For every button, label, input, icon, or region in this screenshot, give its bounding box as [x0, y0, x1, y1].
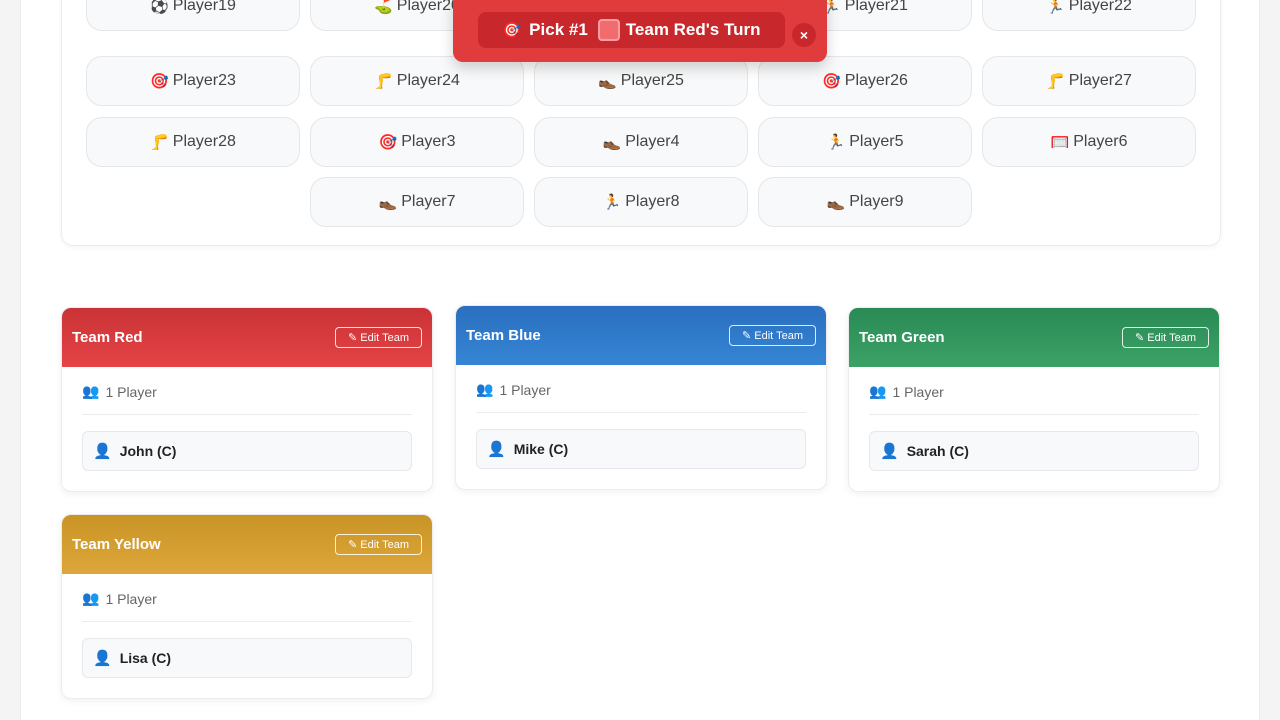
person-icon: 👤 [487, 441, 506, 458]
team-header: Team Green ✎ Edit Team [849, 308, 1219, 367]
target-icon: 🎯 [378, 134, 398, 151]
player-count-label: 1 Player [105, 590, 157, 607]
player-chip[interactable]: 🎯 Player26 [758, 56, 972, 106]
player-name: Player5 [849, 133, 904, 150]
boot-icon: 👞 [598, 73, 617, 90]
edit-team-button[interactable]: ✎ Edit Team [335, 327, 422, 348]
leg-icon: 🦵 [1046, 73, 1065, 90]
people-icon: 👥 [82, 383, 100, 399]
team-header: Team Red ✎ Edit Team [62, 308, 432, 367]
player-chip[interactable]: 🥅 Player6 [982, 117, 1196, 167]
player-name: Player3 [401, 133, 456, 150]
player-count: 👥 1 Player [82, 383, 412, 415]
player-chip[interactable]: 👞 Player7 [310, 177, 524, 227]
player-name: Player28 [172, 133, 236, 150]
people-icon: 👥 [82, 590, 100, 606]
person-icon: 👤 [880, 443, 899, 460]
team-member[interactable]: 👤 Sarah (C) [869, 431, 1199, 471]
leg-icon: 🦵 [374, 73, 393, 90]
golf-flag-icon: ⛳ [374, 0, 393, 15]
boot-icon: 👞 [826, 194, 846, 211]
player-name: Player21 [844, 0, 908, 14]
draft-turn-toast: 🎯 Pick #1 Team Red's Turn × [453, 0, 827, 62]
team-name: Team Green [859, 329, 945, 346]
team-header: Team Yellow ✎ Edit Team [62, 515, 432, 574]
edit-team-button[interactable]: ✎ Edit Team [729, 325, 816, 346]
player-count: 👥 1 Player [82, 590, 412, 622]
team-header: Team Blue ✎ Edit Team [456, 306, 826, 365]
team-name: Team Yellow [72, 536, 161, 553]
runner-icon: 🏃 [1046, 0, 1065, 15]
target-icon: 🎯 [822, 73, 841, 90]
team-card-blue: Team Blue ✎ Edit Team 👥 1 Player 👤 Mike (C… [455, 305, 827, 490]
leg-icon: 🦵 [150, 134, 169, 151]
player-chip[interactable]: 👞 Player4 [534, 117, 748, 167]
boot-icon: 👞 [378, 194, 398, 211]
player-count: 👥 1 Player [476, 381, 806, 413]
player-name: Player22 [1068, 0, 1132, 14]
player-chip[interactable]: 👞 Player9 [758, 177, 972, 227]
people-icon: 👥 [869, 383, 887, 399]
team-card-red: Team Red ✎ Edit Team 👥 1 Player 👤 John (C) [61, 307, 433, 492]
people-icon: 👥 [476, 381, 494, 397]
player-chip[interactable]: 🦵 Player24 [310, 56, 524, 106]
player-count-label: 1 Player [105, 383, 157, 400]
player-chip[interactable]: 🏃 Player5 [758, 117, 972, 167]
edit-team-button[interactable]: ✎ Edit Team [1122, 327, 1209, 348]
pick-number: Pick #1 [529, 20, 588, 39]
team-card-yellow: Team Yellow ✎ Edit Team 👥 1 Player 👤 Lisa … [61, 514, 433, 699]
turn-indicator: 🎯 Pick #1 Team Red's Turn [478, 12, 785, 48]
player-chip[interactable]: 🏃 Player22 [982, 0, 1196, 31]
target-icon: 🎯 [502, 22, 522, 39]
person-icon: 👤 [93, 650, 112, 667]
player-chip[interactable]: 🦵 Player28 [86, 117, 300, 167]
player-chip[interactable]: 👞 Player25 [534, 56, 748, 106]
team-member[interactable]: 👤 Lisa (C) [82, 638, 412, 678]
player-chip[interactable]: 🦵 Player27 [982, 56, 1196, 106]
edit-team-button[interactable]: ✎ Edit Team [335, 534, 422, 555]
soccer-ball-icon: ⚽ [150, 0, 169, 15]
player-name: Player6 [1073, 133, 1128, 150]
player-count: 👥 1 Player [869, 383, 1199, 415]
player-name: Player25 [620, 72, 684, 89]
team-member[interactable]: 👤 Mike (C) [476, 429, 806, 469]
player-name: Player8 [625, 193, 680, 210]
turn-label: Team Red's Turn [625, 20, 761, 39]
player-name: Player24 [396, 72, 460, 89]
player-name: Player27 [1068, 72, 1132, 89]
runner-icon: 🏃 [826, 134, 846, 151]
team-member[interactable]: 👤 John (C) [82, 431, 412, 471]
player-name: Player26 [844, 72, 908, 89]
player-chip[interactable]: ⚽ Player19 [86, 0, 300, 31]
player-name: Player4 [625, 133, 680, 150]
person-icon: 👤 [93, 443, 112, 460]
team-name: Team Blue [466, 327, 541, 344]
player-name: Player19 [172, 0, 236, 14]
member-name: John (C) [119, 443, 177, 459]
player-chip[interactable]: 🎯 Player23 [86, 56, 300, 106]
player-count-label: 1 Player [892, 383, 944, 400]
team-color-swatch [597, 19, 620, 41]
member-name: Sarah (C) [906, 443, 969, 459]
player-name: Player9 [849, 193, 904, 210]
runner-icon: 🏃 [602, 194, 622, 211]
player-count-label: 1 Player [499, 381, 551, 398]
player-chip[interactable]: 🎯 Player3 [310, 117, 524, 167]
boot-icon: 👞 [602, 134, 622, 151]
player-name: Player20 [396, 0, 460, 14]
goal-icon: 🥅 [1050, 134, 1070, 151]
target-icon: 🎯 [150, 73, 169, 90]
player-name: Player7 [401, 193, 456, 210]
member-name: Mike (C) [513, 441, 569, 457]
team-name: Team Red [72, 329, 143, 346]
team-card-green: Team Green ✎ Edit Team 👥 1 Player 👤 Sarah … [848, 307, 1220, 492]
member-name: Lisa (C) [119, 650, 172, 666]
close-icon[interactable]: × [792, 23, 816, 47]
player-chip[interactable]: 🏃 Player8 [534, 177, 748, 227]
player-name: Player23 [172, 72, 236, 89]
page-container: ⚽ Player19 ⛳ Player20 🏃 Player21 🏃 Player22 … [20, 0, 1260, 720]
